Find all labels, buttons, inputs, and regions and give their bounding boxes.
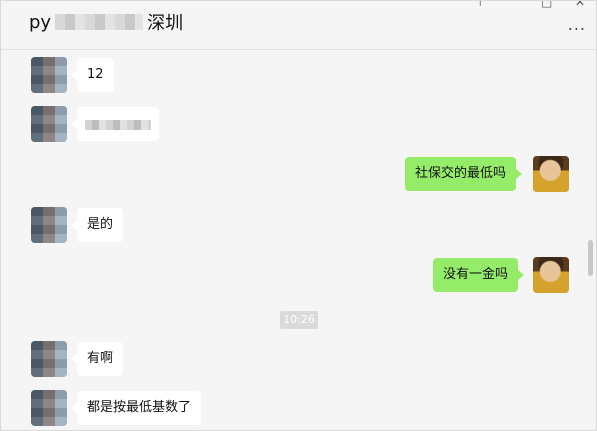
redacted-text (85, 120, 151, 130)
message-list[interactable]: 12 社保交的最低吗 是的 没有一金吗 10:26 有啊 都是按最低基数了 (1, 50, 587, 430)
my-avatar[interactable] (533, 156, 569, 192)
my-avatar[interactable] (533, 257, 569, 293)
close-button[interactable]: ✕ (575, 1, 585, 9)
message-bubble[interactable]: 都是按最低基数了 (70, 391, 202, 425)
message-timestamp: 10:26 (280, 311, 318, 329)
pin-button[interactable]: ⊤ (475, 1, 485, 9)
title-bar: py 深圳 ⊤ □ ✕ ... (1, 1, 596, 50)
chat-title: py 深圳 (29, 9, 183, 35)
redacted-name (55, 14, 144, 30)
contact-avatar[interactable] (31, 390, 67, 426)
message-bubble[interactable]: 没有一金吗 (433, 258, 525, 292)
message-bubble[interactable]: 12 (71, 58, 114, 92)
chat-title-suffix: 深圳 (147, 13, 184, 34)
contact-avatar[interactable] (31, 207, 67, 243)
contact-avatar[interactable] (31, 106, 67, 142)
more-options-button[interactable]: ... (568, 15, 586, 34)
maximize-button[interactable]: □ (541, 1, 552, 9)
contact-avatar[interactable] (31, 341, 67, 377)
scrollbar-thumb[interactable] (588, 240, 593, 276)
chat-window: py 深圳 ⊤ □ ✕ ... 12 社保交的最低吗 是的 没有一金吗 10:2… (0, 0, 597, 431)
message-bubble[interactable]: 社保交的最低吗 (405, 157, 523, 191)
redacted-message-bubble[interactable] (71, 107, 159, 141)
chat-title-prefix: py (29, 11, 52, 33)
contact-avatar[interactable] (31, 57, 67, 93)
message-bubble[interactable]: 有啊 (70, 342, 124, 376)
message-bubble[interactable]: 是的 (70, 208, 124, 242)
